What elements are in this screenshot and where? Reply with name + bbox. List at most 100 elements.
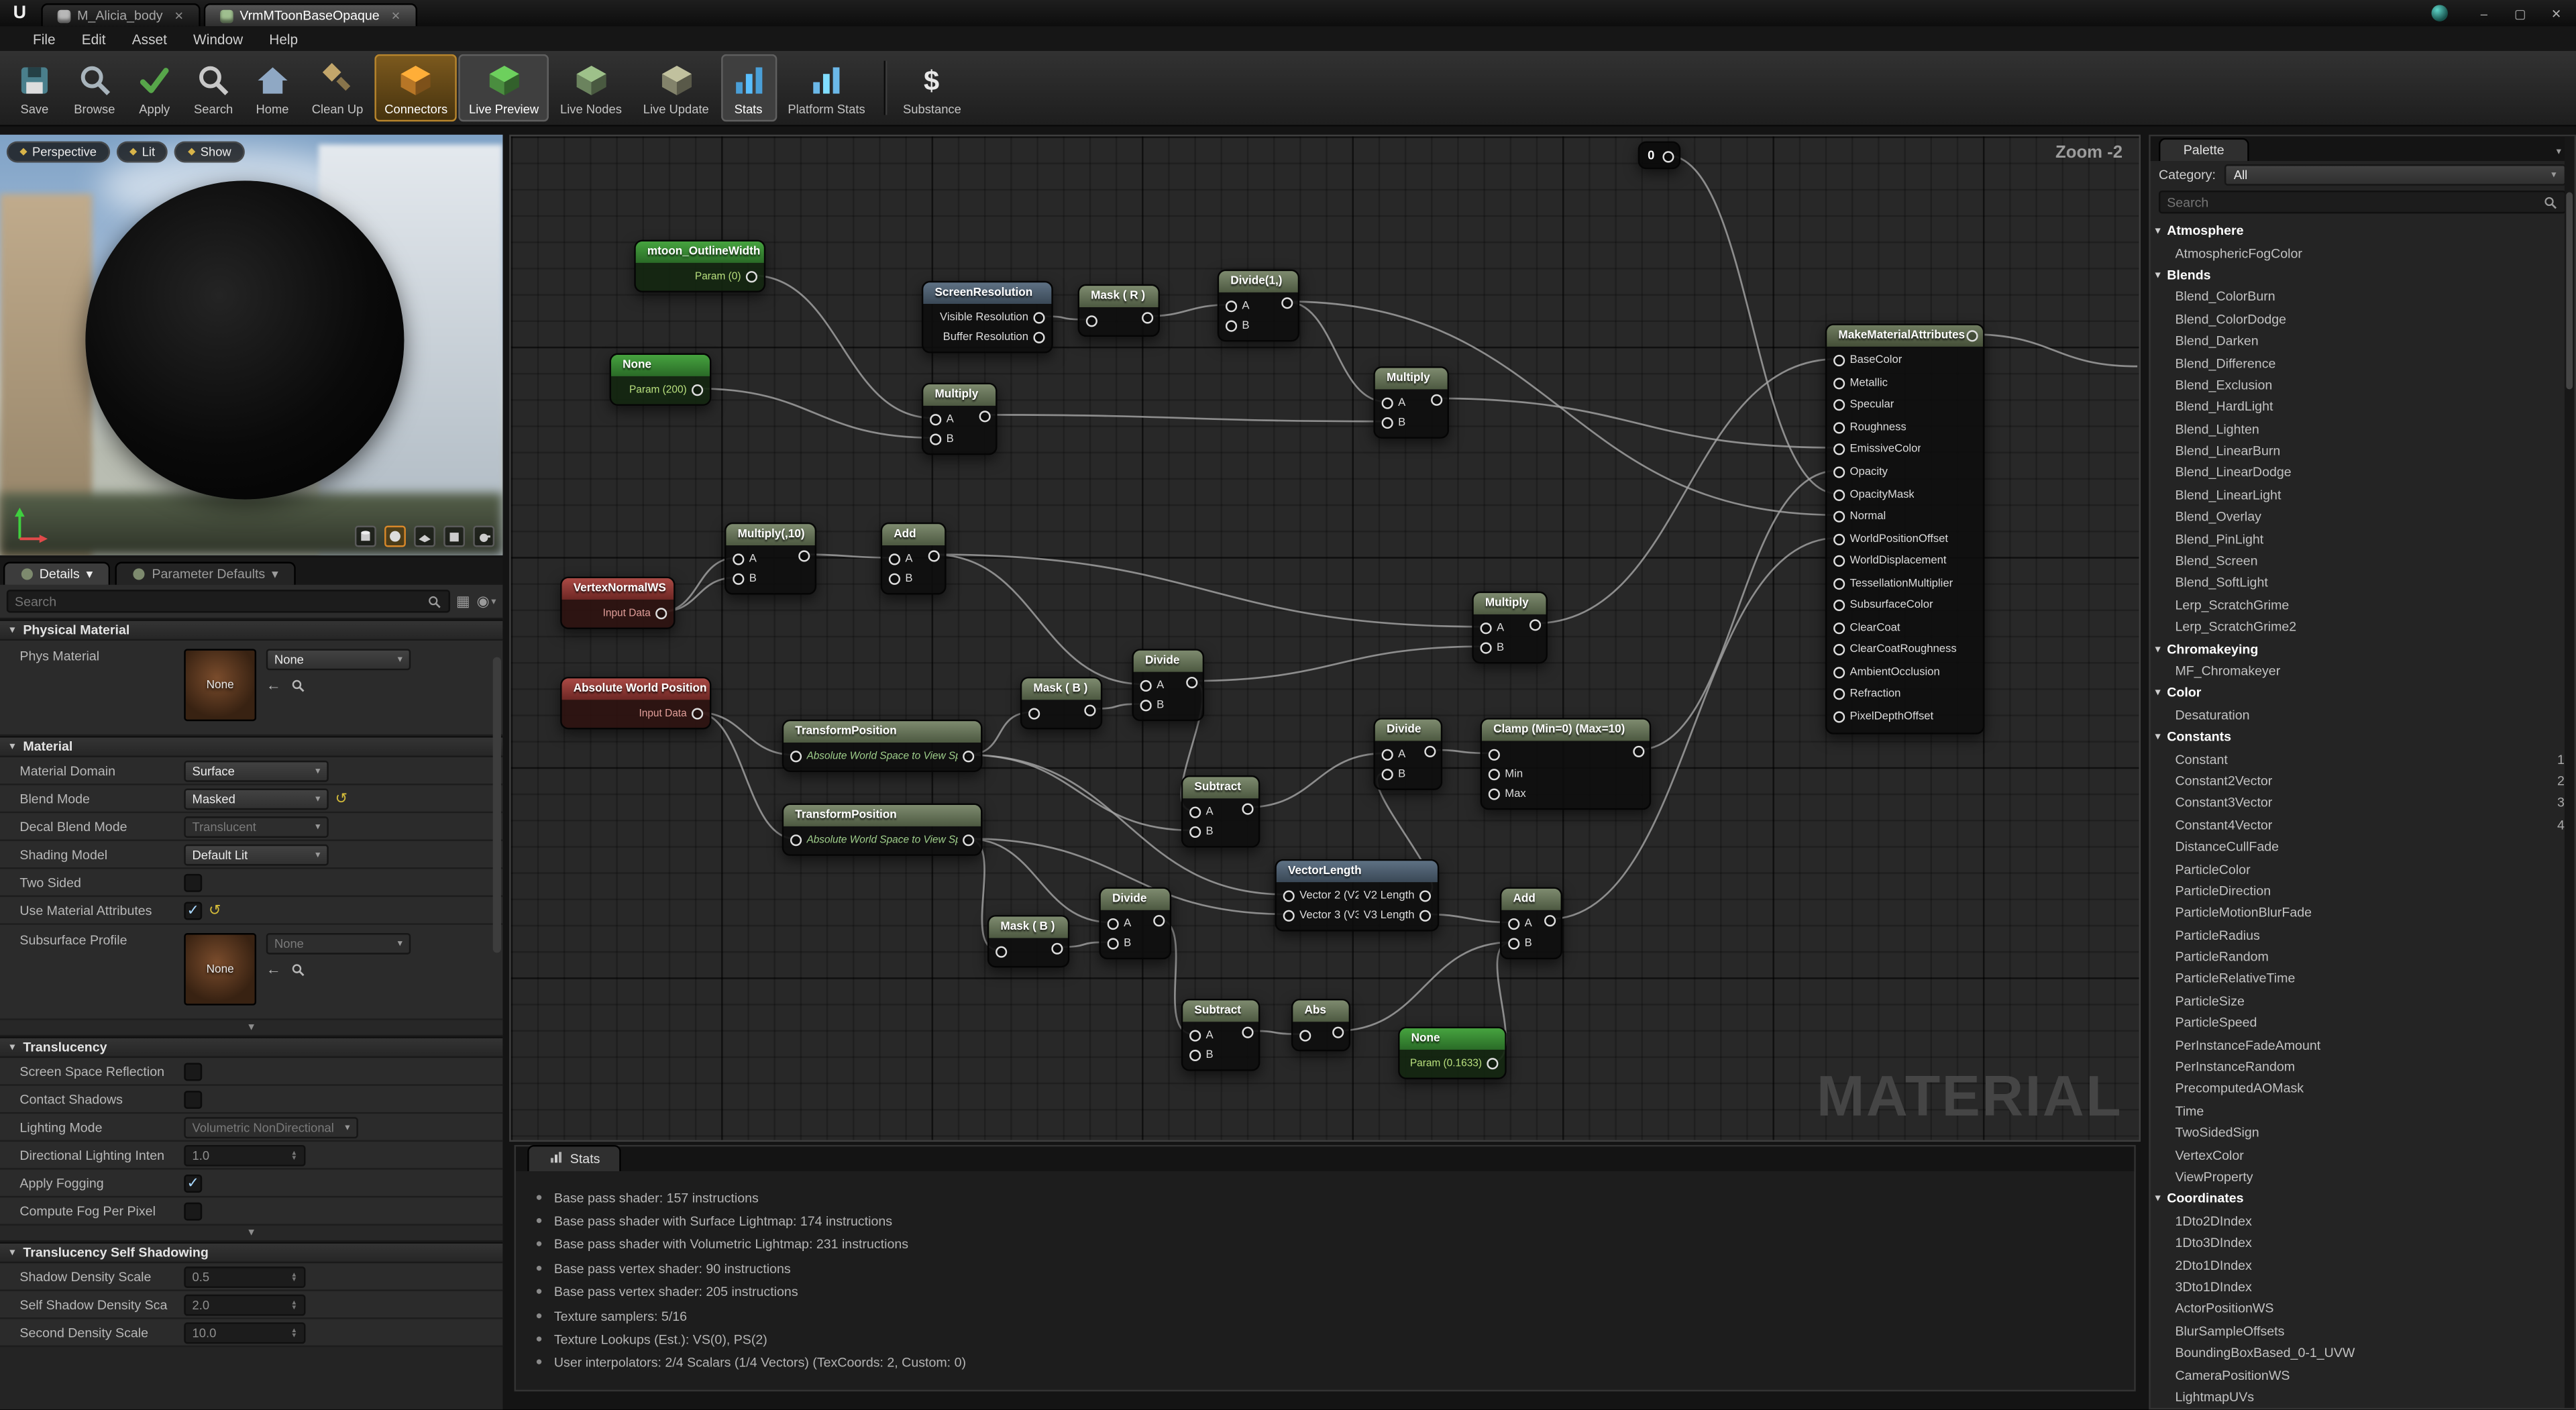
unreal-logo-icon[interactable]: U <box>0 0 40 26</box>
input-pin[interactable] <box>790 834 802 845</box>
palette-item-viewproperty[interactable]: ViewProperty <box>2151 1166 2575 1188</box>
section-header-translucency-self-shadowing[interactable]: ▾Translucency Self Shadowing <box>0 1242 502 1263</box>
dropdown[interactable]: Volumetric NonDirectional▾ <box>184 1116 358 1138</box>
palette-item-distancecullfade[interactable]: DistanceCullFade <box>2151 836 2575 858</box>
input-pin[interactable] <box>1189 806 1201 817</box>
input-pin[interactable] <box>1508 918 1519 929</box>
input-pin[interactable] <box>1382 396 1393 408</box>
checkbox[interactable] <box>184 1090 202 1108</box>
input-pin[interactable] <box>1833 533 1845 545</box>
toolbar-connectors-button[interactable]: Connectors <box>375 54 458 121</box>
viewport-perspective-button[interactable]: ◆Perspective <box>7 142 110 163</box>
stats-tab[interactable]: Stats <box>527 1145 621 1171</box>
graph-node-dC-divide[interactable]: DivideAB <box>1099 887 1171 959</box>
palette-item-vertexcolor[interactable]: VertexColor <box>2151 1144 2575 1166</box>
graph-node-mb1-mask-b[interactable]: Mask ( B ) <box>1020 677 1102 729</box>
spinner-arrows-icon[interactable]: ▲▼ <box>291 1299 298 1310</box>
graph-node-awp-absolute-world-position[interactable]: Absolute World PositionInput Data <box>560 677 711 729</box>
graph-node-m1-multiply[interactable]: MultiplyAB <box>922 383 998 455</box>
visibility-eye-icon[interactable]: ◉▾ <box>477 592 496 610</box>
input-pin[interactable] <box>1833 467 1845 478</box>
palette-item-blend-pinlight[interactable]: Blend_PinLight <box>2151 528 2575 550</box>
graph-node-n200-none[interactable]: NoneParam (200) <box>610 354 712 406</box>
toolbar-platform-stats-button[interactable]: Platform Stats <box>778 54 875 121</box>
menu-asset[interactable]: Asset <box>119 30 180 46</box>
input-pin[interactable] <box>1508 937 1519 948</box>
graph-node-ab-abs[interactable]: Abs <box>1291 999 1350 1051</box>
status-orb-icon[interactable] <box>2431 5 2447 21</box>
input-pin[interactable] <box>1189 1049 1201 1061</box>
section-header-translucency[interactable]: ▾Translucency <box>0 1036 502 1058</box>
palette-item-time[interactable]: Time <box>2151 1100 2575 1122</box>
palette-item-constant3vector[interactable]: Constant3Vector3 <box>2151 792 2575 814</box>
input-pin[interactable] <box>1833 622 1845 634</box>
palette-item-blend-linearburn[interactable]: Blend_LinearBurn <box>2151 440 2575 462</box>
dropdown[interactable]: Translucent▾ <box>184 816 329 837</box>
browse-asset-icon[interactable] <box>290 962 305 977</box>
palette-item-camerapositionws[interactable]: CameraPositionWS <box>2151 1364 2575 1386</box>
input-pin[interactable] <box>889 553 900 564</box>
input-pin[interactable] <box>1833 689 1845 700</box>
dropdown[interactable]: Surface▾ <box>184 760 329 781</box>
minimize-button[interactable]: – <box>2467 3 2500 24</box>
spinner-arrows-icon[interactable]: ▲▼ <box>291 1327 298 1338</box>
input-pin[interactable] <box>1489 768 1500 779</box>
preview-shape-plane-button[interactable] <box>414 526 435 547</box>
graph-node-d1-divide-1[interactable]: Divide(1,)AB <box>1218 270 1299 342</box>
palette-item-blend-colorburn[interactable]: Blend_ColorBurn <box>2151 286 2575 309</box>
input-pin[interactable] <box>1833 444 1845 455</box>
output-pin[interactable] <box>692 707 703 718</box>
category-dropdown[interactable]: All ▾ <box>2224 164 2566 186</box>
graph-node-cl-clamp-min-0-max-10[interactable]: Clamp (Min=0) (Max=10)MinMax <box>1481 718 1652 810</box>
graph-node-mb2-mask-b[interactable]: Mask ( B ) <box>987 915 1069 967</box>
palette-item-atmosphericfogcolor[interactable]: AtmosphericFogColor <box>2151 242 2575 264</box>
palette-item-blend-difference[interactable]: Blend_Difference <box>2151 352 2575 374</box>
palette-item-constant[interactable]: Constant1 <box>2151 748 2575 770</box>
input-pin[interactable] <box>1140 699 1152 710</box>
dropdown[interactable]: None▾ <box>266 933 411 955</box>
use-selected-asset-icon[interactable]: ← <box>266 677 281 693</box>
output-pin[interactable] <box>1966 330 1978 341</box>
toolbar-substance-button[interactable]: $Substance <box>893 54 971 121</box>
menu-window[interactable]: Window <box>180 30 256 46</box>
palette-item-1dto2dindex[interactable]: 1Dto2DIndex <box>2151 1210 2575 1232</box>
maximize-button[interactable]: ▢ <box>2504 3 2536 24</box>
input-pin[interactable] <box>1833 711 1845 722</box>
preview-shape-sphere-button[interactable] <box>384 526 406 547</box>
input-pin[interactable] <box>1833 645 1845 656</box>
number-field[interactable]: 10.0▲▼ <box>184 1321 305 1343</box>
graph-node-vl-vectorlength[interactable]: VectorLengthVector 2 (V2)V2 LengthVector… <box>1275 859 1439 932</box>
preview-shape-cylinder-button[interactable] <box>355 526 376 547</box>
palette-item-blend-hardlight[interactable]: Blend_HardLight <box>2151 396 2575 419</box>
checkbox[interactable]: ✓ <box>184 1174 202 1192</box>
palette-item-particledirection[interactable]: ParticleDirection <box>2151 880 2575 902</box>
palette-item-boundingboxbased-0-1-uvw[interactable]: BoundingBoxBased_0-1_UVW <box>2151 1342 2575 1364</box>
palette-item-particlecolor[interactable]: ParticleColor <box>2151 858 2575 880</box>
input-pin[interactable] <box>1833 600 1845 612</box>
output-pin[interactable] <box>1419 889 1431 901</box>
output-pin[interactable] <box>963 834 974 845</box>
reset-to-default-icon[interactable]: ↺ <box>335 790 347 808</box>
graph-node-vn-vertexnormalws[interactable]: VertexNormalWSInput Data <box>560 577 675 629</box>
toolbar-save-button[interactable]: Save <box>7 54 62 121</box>
dropdown[interactable]: Masked▾ <box>184 788 329 809</box>
input-pin[interactable] <box>790 750 802 761</box>
graph-node-tp2-transformposition[interactable]: TransformPositionAbsolute World Space to… <box>782 804 983 856</box>
graph-node-m3-multiply[interactable]: MultiplyAB <box>1472 592 1548 664</box>
palette-scrollbar[interactable] <box>2565 136 2575 1408</box>
palette-item-lightmapuvs[interactable]: LightmapUVs <box>2151 1386 2575 1408</box>
graph-node-n16-none[interactable]: NoneParam (0.1633) <box>1398 1027 1507 1079</box>
palette-item-blend-softlight[interactable]: Blend_SoftLight <box>2151 572 2575 594</box>
asset-thumbnail[interactable]: None <box>184 933 256 1006</box>
input-pin[interactable] <box>1189 826 1201 837</box>
spinner-arrows-icon[interactable]: ▲▼ <box>291 1149 298 1160</box>
input-pin[interactable] <box>1382 749 1393 760</box>
use-selected-asset-icon[interactable]: ← <box>266 961 281 977</box>
graph-node-dB-divide[interactable]: DivideAB <box>1373 718 1442 790</box>
checkbox[interactable] <box>184 873 202 891</box>
window-tab-m-alicia-body[interactable]: M_Alicia_body✕ <box>41 3 200 26</box>
material-graph-canvas[interactable]: 0mtoon_OutlineWidthParam (0)ScreenResolu… <box>509 135 2141 1142</box>
palette-item-particlespeed[interactable]: ParticleSpeed <box>2151 1012 2575 1034</box>
input-pin[interactable] <box>1189 1029 1201 1040</box>
input-pin[interactable] <box>1833 511 1845 523</box>
